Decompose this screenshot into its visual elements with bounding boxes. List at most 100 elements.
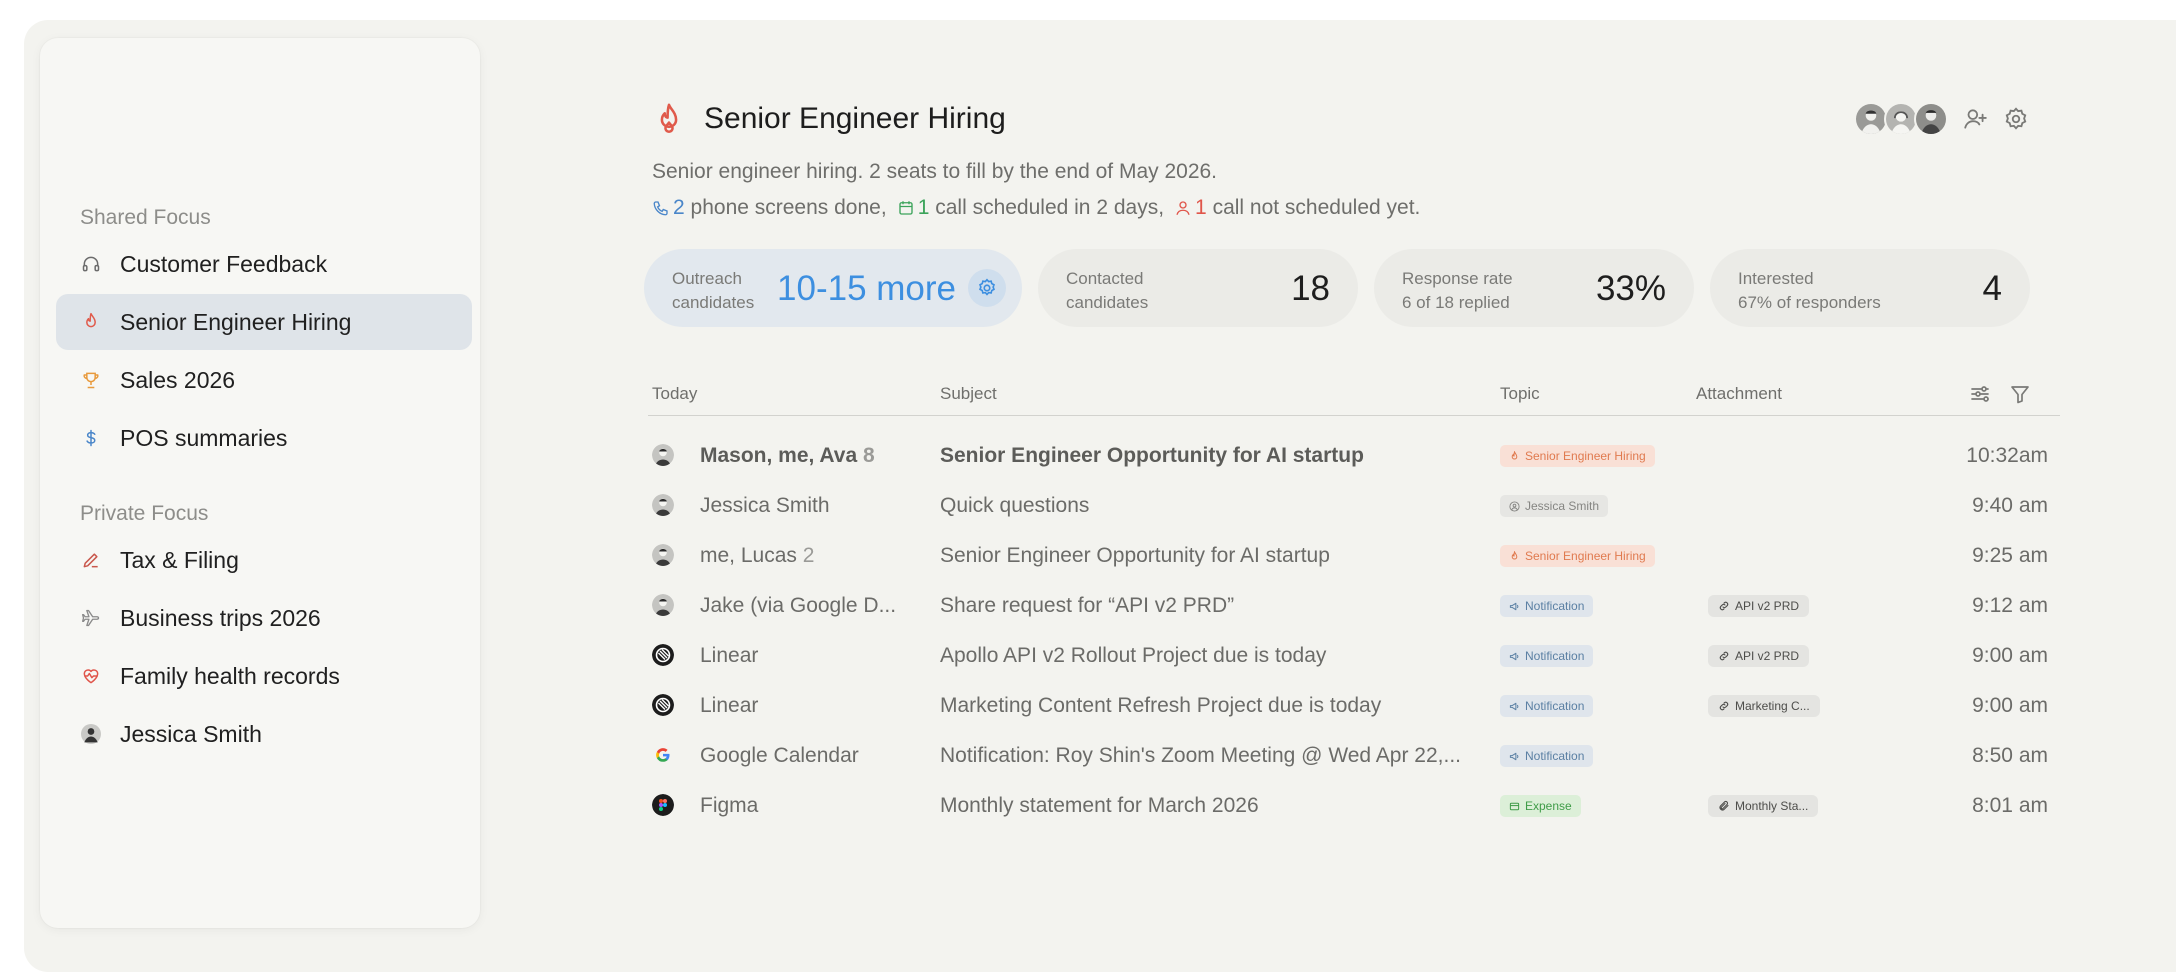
thread-count: 2: [802, 544, 815, 567]
avatar: [652, 594, 674, 616]
sidebar-item-label: Senior Engineer Hiring: [120, 308, 352, 335]
table-row[interactable]: me, Lucas 2 Senior Engineer Opportunity f…: [648, 532, 2048, 582]
attachment-chip[interactable]: API v2 PRD: [1708, 595, 1810, 617]
table-row[interactable]: Linear Apollo API v2 Rollout Project due …: [648, 632, 2048, 682]
table-row[interactable]: Google Calendar Notification: Roy Shin's …: [648, 732, 2048, 782]
column-topic[interactable]: Topic: [1500, 384, 1540, 404]
sidebar-item-label: Tax & Filing: [120, 546, 239, 573]
sender: me, Lucas 2: [700, 544, 815, 567]
stat-value: 10-15 more: [777, 269, 956, 308]
avatar: [652, 794, 674, 816]
member-avatars[interactable]: [1854, 102, 1948, 136]
sender: Google Calendar: [700, 744, 859, 767]
stat-label: Interested 67% of responders: [1738, 269, 1881, 312]
topic-tag[interactable]: Notification: [1500, 745, 1594, 767]
page-title: Senior Engineer Hiring: [704, 102, 1006, 135]
subject: Share request for “API v2 PRD”: [940, 594, 1235, 617]
stat-card-contacted[interactable]: Contacted candidates 18: [1038, 249, 1358, 327]
shared-focus-label: Shared Focus: [80, 206, 211, 229]
timestamp: 9:25 am: [1972, 544, 2048, 567]
table-row[interactable]: Figma Monthly statement for March 2026 Exp…: [648, 782, 2048, 832]
avatar: [652, 544, 674, 566]
add-member-icon[interactable]: [1962, 106, 1988, 132]
stat-card-outreach[interactable]: Outreach candidates 10-15 more: [644, 249, 1022, 327]
sliders-icon[interactable]: [1968, 382, 1992, 406]
attachment-chip[interactable]: API v2 PRD: [1708, 645, 1810, 667]
sidebar-item-tax-filing[interactable]: Tax & Filing: [56, 532, 472, 588]
stat-value: 4: [1982, 269, 2002, 308]
sidebar-item-label: Business trips 2026: [120, 604, 321, 631]
attachment-chip[interactable]: Monthly Sta...: [1708, 795, 1819, 817]
timestamp: 9:00 am: [1972, 644, 2048, 667]
megaphone-icon: [1509, 601, 1525, 612]
stat-label: Outreach candidates: [672, 269, 755, 312]
headphones-icon: [80, 253, 102, 275]
sidebar-item-pos-summaries[interactable]: POS summaries: [56, 410, 472, 466]
topic-tag[interactable]: Expense: [1500, 795, 1581, 817]
sidebar-item-jessica-smith[interactable]: Jessica Smith: [56, 706, 472, 762]
sidebar-item-business-trips-2026[interactable]: Business trips 2026: [56, 590, 472, 646]
scheduled-text: call scheduled in 2 days,: [935, 196, 1165, 219]
table-row[interactable]: Linear Marketing Content Refresh Project …: [648, 682, 2048, 732]
filter-icon[interactable]: [2008, 382, 2032, 406]
sidebar-item-label: Customer Feedback: [120, 250, 328, 277]
link-icon: [1718, 600, 1735, 612]
card-icon: [1509, 801, 1525, 812]
topic-tag[interactable]: Notification: [1500, 595, 1594, 617]
subject: Monthly statement for March 2026: [940, 794, 1259, 817]
avatar: [652, 744, 674, 766]
sender: Linear: [700, 694, 759, 717]
trophy-icon: [80, 369, 102, 391]
timestamp: 8:50 am: [1972, 744, 2048, 767]
megaphone-icon: [1509, 751, 1525, 762]
table-row[interactable]: Jake (via Google D... Share request for “…: [648, 582, 2048, 632]
sidebar-item-customer-feedback[interactable]: Customer Feedback: [56, 236, 472, 292]
topic-tag[interactable]: Jessica Smith: [1500, 495, 1609, 517]
flame-icon: [1509, 550, 1525, 562]
settings-icon[interactable]: [2003, 106, 2029, 132]
avatar: [652, 444, 674, 466]
timestamp: 8:01 am: [1972, 794, 2048, 817]
calendar-icon: [899, 201, 913, 215]
avatar: [652, 694, 674, 716]
link-icon: [1718, 650, 1735, 662]
sidebar-item-family-health-records[interactable]: Family health records: [56, 648, 472, 704]
column-attachment[interactable]: Attachment: [1696, 384, 1782, 404]
thread-count: 8: [863, 444, 875, 467]
megaphone-icon: [1509, 651, 1525, 662]
column-subject[interactable]: Subject: [940, 384, 997, 404]
scheduled-count: 1: [917, 196, 930, 219]
link-icon: [1718, 700, 1735, 712]
subject: Senior Engineer Opportunity for AI start…: [940, 444, 1364, 467]
topic-tag[interactable]: Notification: [1500, 695, 1594, 717]
person-icon: [1176, 201, 1190, 215]
megaphone-icon: [1509, 701, 1525, 712]
column-today[interactable]: Today: [652, 384, 697, 404]
sidebar-item-senior-engineer-hiring[interactable]: Senior Engineer Hiring: [56, 294, 472, 350]
avatar: [1884, 102, 1918, 136]
gear-icon[interactable]: [968, 269, 1006, 307]
table-row[interactable]: Jessica Smith Quick questions Jessica Smit…: [648, 482, 2048, 532]
phone-icon: [653, 201, 668, 216]
stat-label: Contacted candidates: [1066, 269, 1149, 312]
topic-tag[interactable]: Senior Engineer Hiring: [1500, 445, 1655, 467]
table-row[interactable]: Mason, me, Ava 8 Senior Engineer Opportun…: [648, 432, 2048, 482]
sender: Jake (via Google D...: [700, 594, 897, 617]
topic-tag[interactable]: Senior Engineer Hiring: [1500, 545, 1655, 567]
unscheduled-text: call not scheduled yet.: [1212, 196, 1421, 219]
sidebar-item-sales-2026[interactable]: Sales 2026: [56, 352, 472, 408]
stat-value: 33%: [1595, 269, 1666, 308]
sidebar-item-label: Family health records: [120, 662, 340, 689]
attachment-chip[interactable]: Marketing C...: [1708, 695, 1820, 717]
stat-card-interested[interactable]: Interested 67% of responders 4: [1710, 249, 2030, 327]
timestamp: 9:40 am: [1972, 494, 2048, 517]
unscheduled-count: 1: [1195, 196, 1207, 219]
page-description: Senior engineer hiring. 2 seats to fill …: [652, 160, 1218, 183]
person-icon: [1509, 500, 1525, 512]
timestamp: 9:12 am: [1972, 594, 2048, 617]
topic-tag[interactable]: Notification: [1500, 645, 1594, 667]
stat-card-response-rate[interactable]: Response rate 6 of 18 replied 33%: [1374, 249, 1694, 327]
dollar-icon: [80, 427, 102, 449]
avatar: [1914, 102, 1948, 136]
progress-summary: 2 phone screens done, 1 call scheduled i…: [652, 196, 1430, 220]
